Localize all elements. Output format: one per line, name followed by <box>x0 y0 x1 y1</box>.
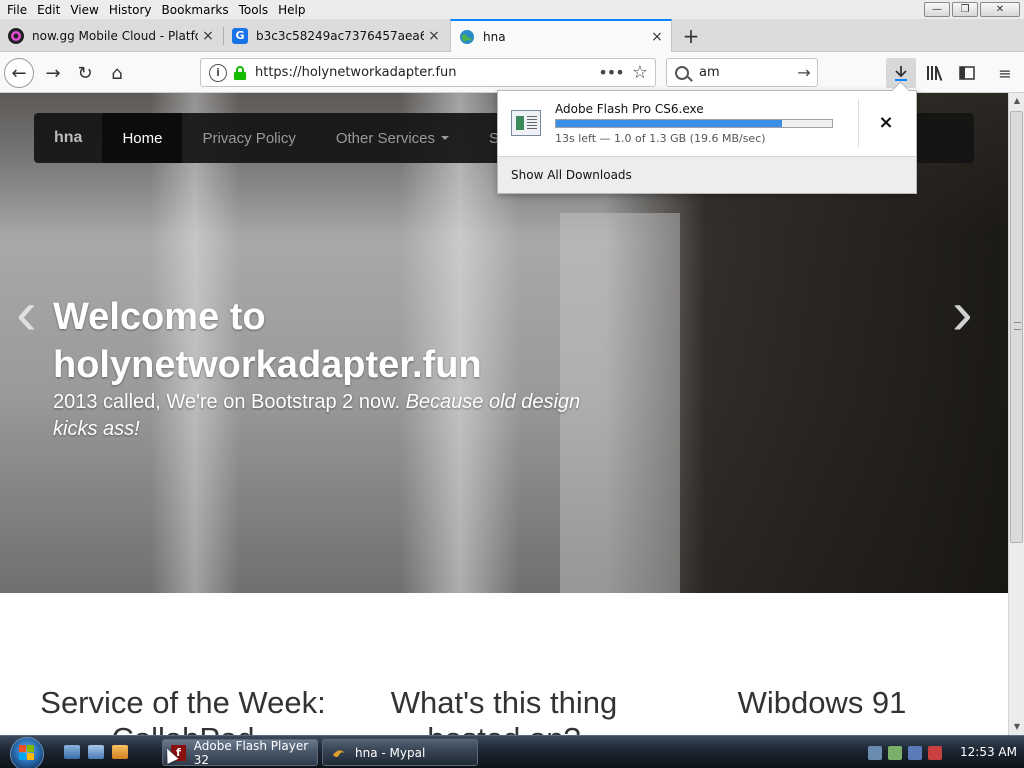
new-tab-button[interactable]: + <box>676 19 706 52</box>
maximize-button[interactable]: ❐ <box>952 2 978 17</box>
tab-hash[interactable]: G b3c3c58249ac7376457aea64302 × <box>224 19 448 52</box>
scroll-down-icon[interactable]: ▼ <box>1009 719 1024 735</box>
taskbar-flash-player[interactable]: f Adobe Flash Player 32 <box>162 738 318 767</box>
home-button[interactable]: ⌂ <box>102 58 132 88</box>
switch-windows-icon[interactable] <box>88 745 104 759</box>
window-controls: — ❐ ✕ <box>924 2 1020 17</box>
feature-heading: Service of the Week: CollabPad <box>40 685 326 735</box>
download-arrow-icon <box>895 66 907 81</box>
download-progress-fill <box>556 120 783 127</box>
carousel-prev-button[interactable]: ‹ <box>16 283 37 345</box>
menu-history[interactable]: History <box>104 3 157 17</box>
hero-title: Welcome to holynetworkadapter.fun <box>53 296 482 386</box>
mypal-icon <box>331 745 347 761</box>
tab-title: b3c3c58249ac7376457aea64302 <box>256 28 424 43</box>
sidebar-button[interactable] <box>952 58 982 88</box>
menu-tools[interactable]: Tools <box>234 3 274 17</box>
download-status: 13s left — 1.0 of 1.3 GB (19.6 MB/sec) <box>555 132 766 145</box>
taskbar-clock[interactable]: 12:53 AM <box>960 745 1017 759</box>
close-tab-icon[interactable]: × <box>198 28 218 44</box>
divider <box>858 99 859 147</box>
downloads-panel: Adobe Flash Pro CS6.exe 13s left — 1.0 o… <box>497 90 917 194</box>
scroll-up-icon[interactable]: ▲ <box>1009 93 1024 109</box>
grip-icon <box>1014 322 1021 330</box>
menu-view[interactable]: View <box>65 3 103 17</box>
search-bar[interactable]: am → <box>666 58 818 87</box>
search-icon <box>675 65 689 80</box>
show-all-downloads-link[interactable]: Show All Downloads <box>511 168 632 182</box>
start-button[interactable] <box>8 736 50 768</box>
site-nav-privacy[interactable]: Privacy Policy <box>182 113 315 163</box>
caret-down-icon <box>441 136 450 140</box>
download-progress-bar <box>555 119 833 128</box>
lock-icon[interactable] <box>233 65 247 80</box>
tab-hna[interactable]: hna × <box>450 19 672 53</box>
back-button[interactable]: ← <box>4 58 34 88</box>
executable-file-icon <box>511 110 541 136</box>
folder-icon[interactable] <box>112 745 128 759</box>
menu-bookmarks[interactable]: Bookmarks <box>157 3 234 17</box>
download-filename: Adobe Flash Pro CS6.exe <box>555 102 704 116</box>
forward-button[interactable]: → <box>38 58 68 88</box>
minimize-button[interactable]: — <box>924 2 950 17</box>
tab-bar: now.gg Mobile Cloud - Platform × G b3c3c… <box>0 19 1024 53</box>
hero-caption: 2013 called, We're on Bootstrap 2 now. B… <box>53 389 593 443</box>
download-item[interactable]: Adobe Flash Pro CS6.exe 13s left — 1.0 o… <box>498 91 916 156</box>
search-input[interactable]: am <box>699 65 791 80</box>
page-actions-icon[interactable]: ••• <box>597 63 625 82</box>
task-label: hna - Mypal <box>355 745 426 760</box>
sidebar-icon <box>959 66 975 80</box>
tray-app-icon[interactable] <box>888 745 902 760</box>
close-window-button[interactable]: ✕ <box>980 2 1020 17</box>
navigation-toolbar: ← → ↻ ⌂ i https://holynetworkadapter.fun… <box>0 52 1024 93</box>
close-tab-icon[interactable]: × <box>647 29 667 45</box>
url-text[interactable]: https://holynetworkadapter.fun <box>255 65 597 80</box>
menu-bar: File Edit View History Bookmarks Tools H… <box>0 0 1024 19</box>
bookmark-star-icon[interactable]: ☆ <box>625 62 655 83</box>
feature-heading: What's this thing hosted on? <box>390 685 618 735</box>
cancel-download-button[interactable]: × <box>874 111 898 135</box>
carousel-next-button[interactable]: › <box>952 283 973 345</box>
hamburger-menu-button[interactable]: ≡ <box>990 58 1020 88</box>
site-nav-other-services[interactable]: Other Services <box>316 113 469 163</box>
taskbar-mypal[interactable]: hna - Mypal <box>322 739 478 766</box>
volume-muted-icon[interactable] <box>928 745 942 760</box>
nowgg-icon <box>8 27 24 44</box>
library-icon <box>927 66 943 81</box>
vertical-scrollbar[interactable]: ▲ ▼ <box>1008 93 1024 735</box>
globe-icon <box>459 29 475 45</box>
feature-heading: Wibdows 91 <box>737 685 907 720</box>
close-tab-icon[interactable]: × <box>424 28 444 44</box>
monitor-icon[interactable] <box>908 745 922 760</box>
tab-title: hna <box>483 30 506 44</box>
url-bar[interactable]: i https://holynetworkadapter.fun ••• ☆ <box>200 58 656 87</box>
menu-help[interactable]: Help <box>273 3 310 17</box>
show-desktop-icon[interactable] <box>64 745 80 759</box>
downloads-footer[interactable]: Show All Downloads <box>498 156 916 193</box>
windows-logo-icon <box>19 745 35 761</box>
hero-caption-text: 2013 called, We're on Bootstrap 2 now. <box>53 391 401 413</box>
reload-button[interactable]: ↻ <box>70 58 100 88</box>
search-go-icon[interactable]: → <box>791 63 817 82</box>
taskbar: f Adobe Flash Player 32 hna - Mypal 12:5… <box>0 735 1024 768</box>
g-icon: G <box>232 27 248 44</box>
library-button[interactable] <box>920 58 950 88</box>
task-label: Adobe Flash Player 32 <box>193 738 309 767</box>
scrollbar-thumb[interactable] <box>1010 111 1023 543</box>
site-nav-home[interactable]: Home <box>102 113 183 163</box>
menu-file[interactable]: File <box>2 3 32 17</box>
tab-nowgg[interactable]: now.gg Mobile Cloud - Platform × <box>0 19 222 52</box>
site-nav-label: Other Services <box>335 129 436 147</box>
menu-edit[interactable]: Edit <box>32 3 65 17</box>
network-icon[interactable] <box>868 745 882 760</box>
info-icon[interactable]: i <box>209 63 227 82</box>
site-brand[interactable]: hna <box>34 129 102 147</box>
tab-title: now.gg Mobile Cloud - Platform <box>32 28 198 43</box>
